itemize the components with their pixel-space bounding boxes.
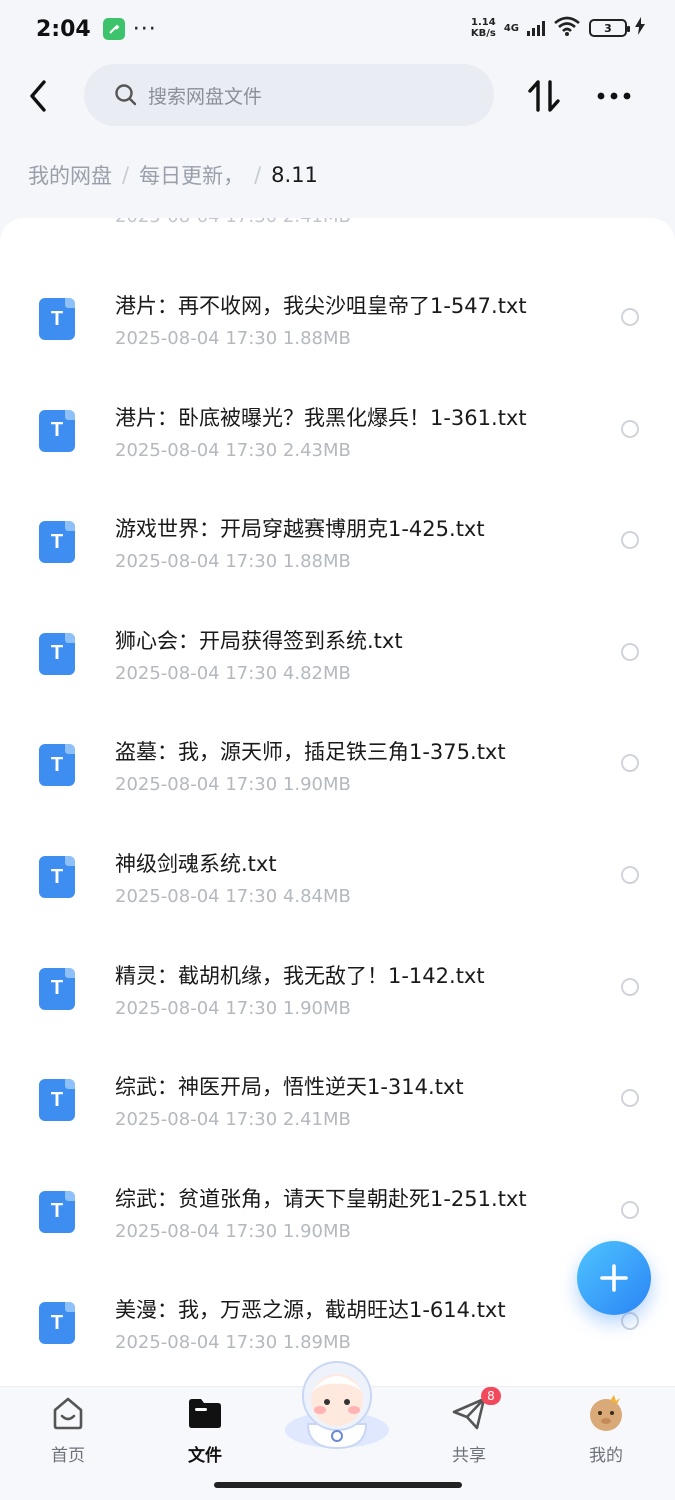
more-button[interactable] [592,74,636,118]
file-row[interactable]: T 综武：神医开局，悟性逆天1-314.txt 2025-08-04 17:30 2… [0,1029,675,1140]
txt-file-icon: T [39,1190,75,1233]
sort-button[interactable] [522,74,566,118]
nav-files[interactable]: 文件 [155,1393,255,1466]
txt-file-icon: T [39,744,75,787]
select-checkbox[interactable] [621,1200,639,1219]
file-row[interactable]: T 神级剑魂系统.txt 2025-08-04 17:30 4.84MB [0,806,675,917]
share-badge: 8 [481,1387,501,1405]
file-name: 综武：神医开局，悟性逆天1-314.txt [115,1075,464,1100]
file-meta-partial: 2025-08-04 17:30 2.41MB [115,218,351,227]
home-indicator [214,1482,462,1488]
file-meta: 2025-08-04 17:30 1.88MB [115,551,351,573]
folder-icon [185,1393,225,1433]
file-name: 神级剑魂系统.txt [115,852,277,876]
select-checkbox[interactable] [621,754,639,773]
breadcrumb-current: 8.11 [271,163,318,187]
mascot-icon [285,1361,389,1450]
chevron-left-icon [30,80,46,112]
file-name: 精灵：截胡机缘，我无敌了！1-142.txt [115,963,485,988]
select-checkbox[interactable] [621,977,639,996]
file-meta: 2025-08-04 17:30 4.82MB [115,662,351,684]
top-bar: 搜索网盘文件 [0,64,675,128]
search-input[interactable]: 搜索网盘文件 [84,64,494,126]
file-row[interactable]: T 美漫：我，万恶之源，截胡旺达1-614.txt 2025-08-04 17:30… [0,1252,675,1363]
breadcrumb-separator: / [254,163,262,187]
net-speed: 1.14 KB/s [470,17,496,39]
file-name: 美漫：我，万恶之源，截胡旺达1-614.txt [115,1298,506,1323]
more-dots-icon [597,92,631,100]
nav-home-label: 首页 [51,1446,85,1466]
plus-icon [600,1264,628,1292]
file-row[interactable]: T 精灵：截胡机缘，我无敌了！1-142.txt 2025-08-04 17:30 … [0,918,675,1029]
file-meta: 2025-08-04 17:30 1.90MB [115,997,351,1019]
send-icon: 8 [449,1387,501,1433]
file-row[interactable]: T 游戏世界：开局穿越赛博朋克1-425.txt 2025-08-04 17:30 … [0,471,675,582]
txt-file-icon: T [39,967,75,1010]
battery-icon: 3 [589,19,630,37]
status-time: 2:04 [36,16,91,42]
nav-files-label: 文件 [188,1446,222,1466]
search-icon [115,84,137,106]
search-placeholder: 搜索网盘文件 [148,85,263,108]
wifi-icon [553,16,581,40]
signal-icon [527,20,545,36]
app-notification-icon [102,18,125,40]
nav-mine-label: 我的 [589,1446,623,1466]
file-name: 游戏世界：开局穿越赛博朋克1-425.txt [115,517,485,542]
file-row[interactable]: T 港片：再不收网，我尖沙咀皇帝了1-547.txt 2025-08-04 17:3… [0,248,675,359]
home-icon [48,1393,88,1433]
nav-home[interactable]: 首页 [18,1393,118,1466]
file-meta: 2025-08-04 17:30 2.43MB [115,439,351,461]
select-checkbox[interactable] [621,308,639,326]
file-name: 狮心会：开局获得签到系统.txt [115,628,403,653]
file-meta: 2025-08-04 17:30 1.90MB [115,1220,351,1242]
file-meta: 2025-08-04 17:30 1.88MB [115,328,351,349]
file-list: 2025-08-04 17:30 2.41MB T 港片：再不收网，我尖沙咀皇帝了… [0,218,675,1388]
breadcrumb-folder[interactable]: 每日更新， [139,160,244,190]
mascot-button[interactable] [278,1352,396,1452]
breadcrumb-root[interactable]: 我的网盘 [28,160,112,190]
nav-mine[interactable]: 我的 [556,1393,656,1466]
txt-file-icon: T [39,409,75,452]
status-more-dots: ··· [132,16,157,42]
breadcrumb-separator: / [122,163,130,187]
sort-arrows-icon [528,80,560,112]
file-row[interactable]: T 盗墓：我，源天师，插足铁三角1-375.txt 2025-08-04 17:30… [0,694,675,805]
select-checkbox[interactable] [621,866,639,884]
file-name: 盗墓：我，源天师，插足铁三角1-375.txt [115,740,506,765]
select-checkbox[interactable] [621,419,639,438]
txt-file-icon: T [39,856,75,898]
file-row[interactable]: T 综武：贫道张角，请天下皇朝赴死1-251.txt 2025-08-04 17:3… [0,1141,675,1252]
txt-file-icon: T [39,521,75,564]
file-name: 综武：贫道张角，请天下皇朝赴死1-251.txt [115,1186,527,1211]
file-meta: 2025-08-04 17:30 2.41MB [115,1109,351,1131]
txt-file-icon: T [39,298,75,340]
network-type: 4G [503,22,519,34]
status-bar: 2:04 ··· 1.14 KB/s 4G 3 [0,0,675,58]
back-button[interactable] [18,72,58,120]
file-meta: 2025-08-04 17:30 4.84MB [115,886,351,907]
file-name: 港片：卧底被曝光？我黑化爆兵！1-361.txt [115,405,527,430]
nav-share[interactable]: 8 共享 [419,1387,519,1466]
select-checkbox[interactable] [621,642,639,661]
txt-file-icon: T [39,1079,75,1122]
avatar-icon [586,1393,626,1433]
txt-file-icon: T [39,1302,75,1345]
file-meta: 2025-08-04 17:30 1.89MB [115,1332,351,1354]
add-button[interactable] [577,1241,651,1315]
txt-file-icon: T [39,632,75,675]
select-checkbox[interactable] [621,531,639,550]
charging-icon [635,17,645,39]
status-indicators: 1.14 KB/s 4G 3 [471,16,645,40]
file-meta: 2025-08-04 17:30 1.90MB [115,774,351,796]
file-row[interactable]: T 港片：卧底被曝光？我黑化爆兵！1-361.txt 2025-08-04 17:3… [0,360,675,471]
select-checkbox[interactable] [621,1089,639,1108]
nav-share-label: 共享 [452,1446,486,1466]
breadcrumb: 我的网盘 / 每日更新， / 8.11 [28,160,318,190]
file-row[interactable]: T 狮心会：开局获得签到系统.txt 2025-08-04 17:30 4.82MB [0,583,675,694]
file-name: 港片：再不收网，我尖沙咀皇帝了1-547.txt [115,294,527,318]
select-checkbox[interactable] [621,1312,639,1331]
